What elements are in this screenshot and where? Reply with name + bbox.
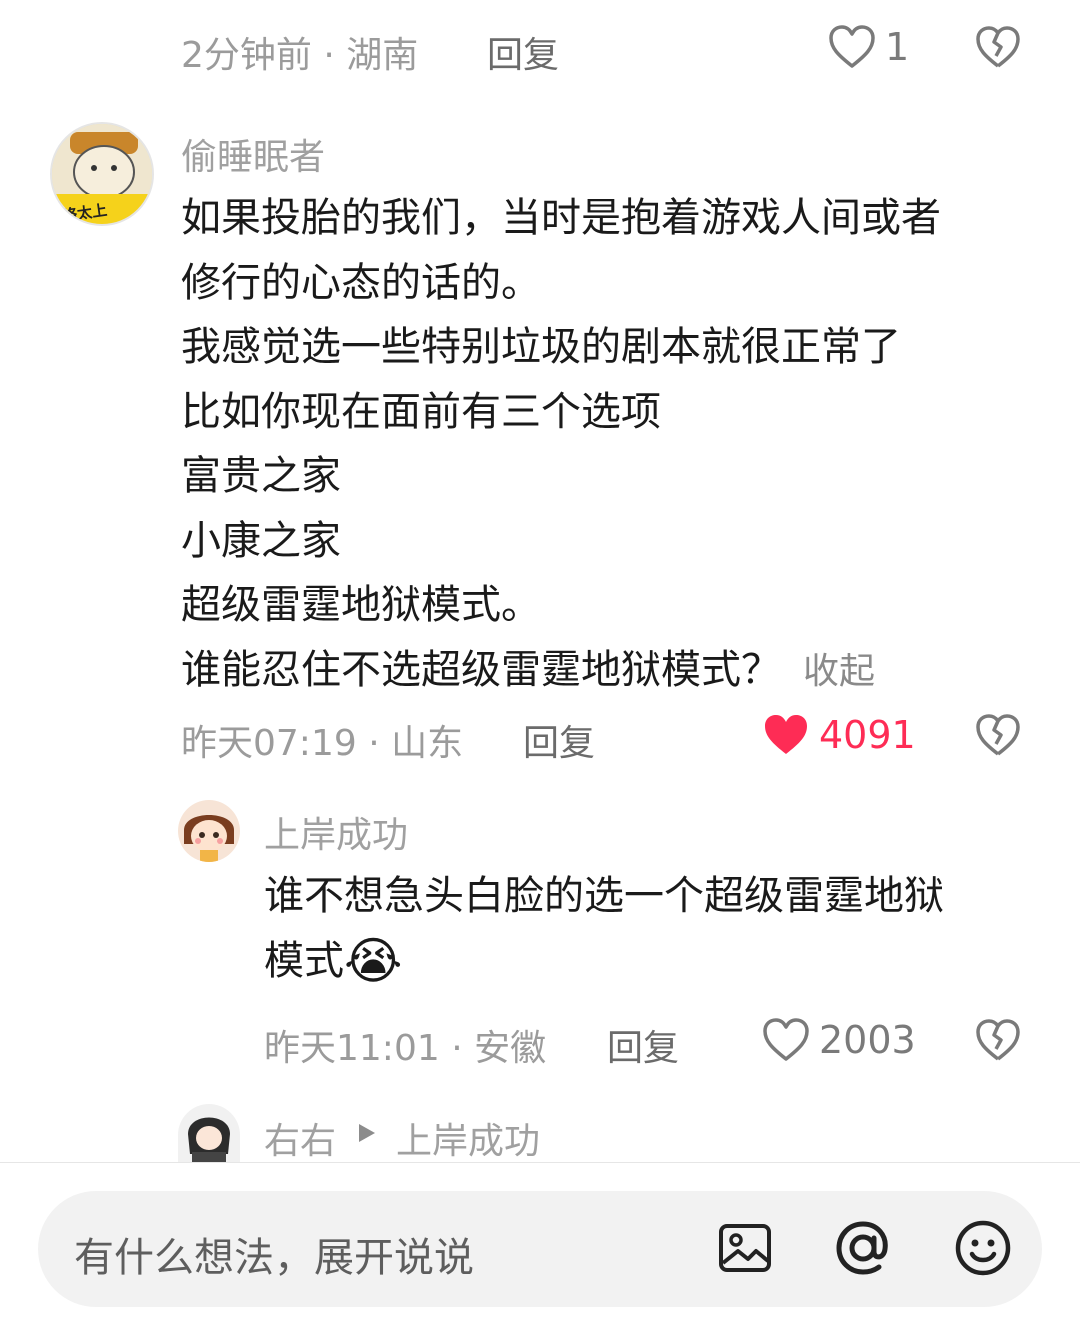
bottom-comment-bar: 有什么想法，展开说说 xyxy=(0,1162,1080,1325)
comment-line: 如果投胎的我们，当时是抱着游戏人间或者 xyxy=(181,195,941,241)
reply-line: 谁不想急头白脸的选一个超级雷霆地狱 xyxy=(264,873,944,919)
avatar[interactable]: 络太上 xyxy=(50,122,154,226)
crying-emoji: 😭 xyxy=(344,931,403,990)
heart-outline-icon[interactable] xyxy=(762,1017,810,1063)
dislike-broken-heart-icon[interactable] xyxy=(975,712,1021,758)
reply2-username[interactable]: 右右 xyxy=(264,1112,336,1164)
comment-time-location: 昨天07:19 · 山东 xyxy=(181,723,464,764)
reply-time-location: 昨天11:01 · 安徽 xyxy=(264,1028,547,1069)
heart-outline-icon[interactable] xyxy=(828,24,876,70)
top-comment-reply-button[interactable]: 回复 xyxy=(487,26,559,78)
comment-body: 如果投胎的我们，当时是抱着游戏人间或者 修行的心态的话的。 我感觉选一些特别垃圾… xyxy=(181,186,1041,704)
reply2-avatar[interactable] xyxy=(178,1104,240,1162)
comment-line: 比如你现在面前有三个选项 xyxy=(181,388,661,435)
comment-line: 超级雷霆地狱模式。 xyxy=(181,582,541,628)
reply2-reply-to[interactable]: 上岸成功 xyxy=(396,1112,540,1164)
reply-username[interactable]: 上岸成功 xyxy=(264,806,408,858)
reply-body: 谁不想急头白脸的选一个超级雷霆地狱 模式😭 xyxy=(264,864,1054,993)
dislike-broken-heart-icon[interactable] xyxy=(975,1017,1021,1063)
reply-avatar[interactable] xyxy=(178,800,240,862)
top-comment-like-count: 1 xyxy=(885,25,910,69)
comment-line-last: 谁能忍住不选超级雷霆地狱模式？ 收起 xyxy=(181,638,1041,705)
comment-input[interactable]: 有什么想法，展开说说 xyxy=(38,1191,1042,1307)
reply-reply-button[interactable]: 回复 xyxy=(607,1019,679,1071)
reply-line-last: 模式😭 xyxy=(264,929,1054,994)
comment-line: 富贵之家 xyxy=(181,453,341,499)
top-comment-time-location: 2分钟前 · 湖南 xyxy=(181,35,419,76)
reply-arrow-icon xyxy=(357,1122,377,1144)
comment-line: 我感觉选一些特别垃圾的剧本就很正常了 xyxy=(181,324,901,370)
comment-line-text: 谁能忍住不选超级雷霆地狱模式？ xyxy=(181,646,781,693)
comment-username[interactable]: 偷睡眠者 xyxy=(181,128,325,180)
dislike-broken-heart-icon[interactable] xyxy=(975,24,1021,70)
comment-reply-button[interactable]: 回复 xyxy=(523,714,595,766)
heart-filled-icon[interactable] xyxy=(762,712,810,758)
reply-line-text: 模式 xyxy=(264,937,344,984)
at-icon[interactable] xyxy=(834,1219,892,1277)
emoji-icon[interactable] xyxy=(954,1219,1012,1277)
comment-line: 修行的心态的话的。 xyxy=(181,259,541,306)
image-icon[interactable] xyxy=(718,1221,772,1275)
comment-like-count: 4091 xyxy=(819,713,916,757)
reply-like-count: 2003 xyxy=(819,1018,916,1062)
collapse-button[interactable]: 收起 xyxy=(803,651,875,692)
comment-line: 小康之家 xyxy=(181,517,341,564)
comment-input-placeholder: 有什么想法，展开说说 xyxy=(74,1235,474,1281)
